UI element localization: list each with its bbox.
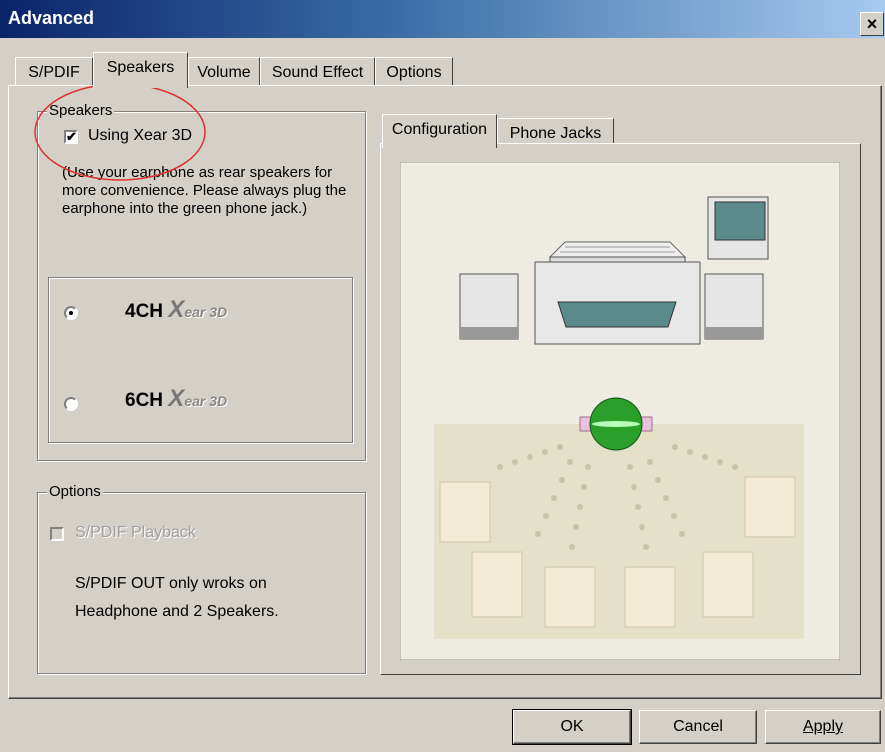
radio-6ch[interactable]: [64, 397, 78, 411]
spdif-note: S/PDIF OUT only wroks on Headphone and 2…: [75, 575, 279, 620]
close-icon: ×: [866, 14, 878, 34]
tab-phone-jacks[interactable]: Phone Jacks: [497, 118, 614, 144]
mode-4ch-text: 4CH: [125, 301, 164, 322]
xear-logo-text: ear 3D: [184, 393, 228, 409]
annotation-circle: [34, 83, 206, 181]
options-legend: Options: [47, 483, 103, 500]
tab-options[interactable]: Options: [375, 57, 453, 86]
close-button[interactable]: ×: [860, 12, 884, 36]
tab-speakers[interactable]: Speakers: [93, 52, 188, 88]
radio-4ch[interactable]: [64, 306, 78, 320]
monitor-icon: [534, 241, 701, 345]
xear-logo-text: ear 3D: [184, 304, 228, 320]
speaker-front-left-icon: [459, 273, 519, 340]
tab-sound-effect[interactable]: Sound Effect: [260, 57, 375, 86]
mode-4ch-label: 4CH Xear 3D: [125, 296, 227, 324]
speaker-front-right-icon: [704, 273, 764, 340]
window-title: Advanced: [8, 8, 95, 28]
mode-6ch-text: 6CH: [125, 390, 164, 411]
tab-configuration[interactable]: Configuration: [382, 114, 497, 148]
cancel-button[interactable]: Cancel: [639, 710, 757, 744]
xear-logo-x: X: [168, 385, 185, 412]
apply-button[interactable]: Apply: [765, 710, 881, 744]
title-bar: [0, 0, 885, 38]
spdif-playback-checkbox[interactable]: [50, 527, 64, 541]
spdif-playback-label: S/PDIF Playback: [75, 524, 196, 541]
mode-6ch-label: 6CH Xear 3D: [125, 385, 227, 413]
speaker-diagram: [400, 162, 840, 660]
speaker-top-right-icon: [707, 196, 769, 260]
ok-button[interactable]: OK: [512, 709, 632, 745]
xear-logo-x: X: [168, 296, 185, 323]
